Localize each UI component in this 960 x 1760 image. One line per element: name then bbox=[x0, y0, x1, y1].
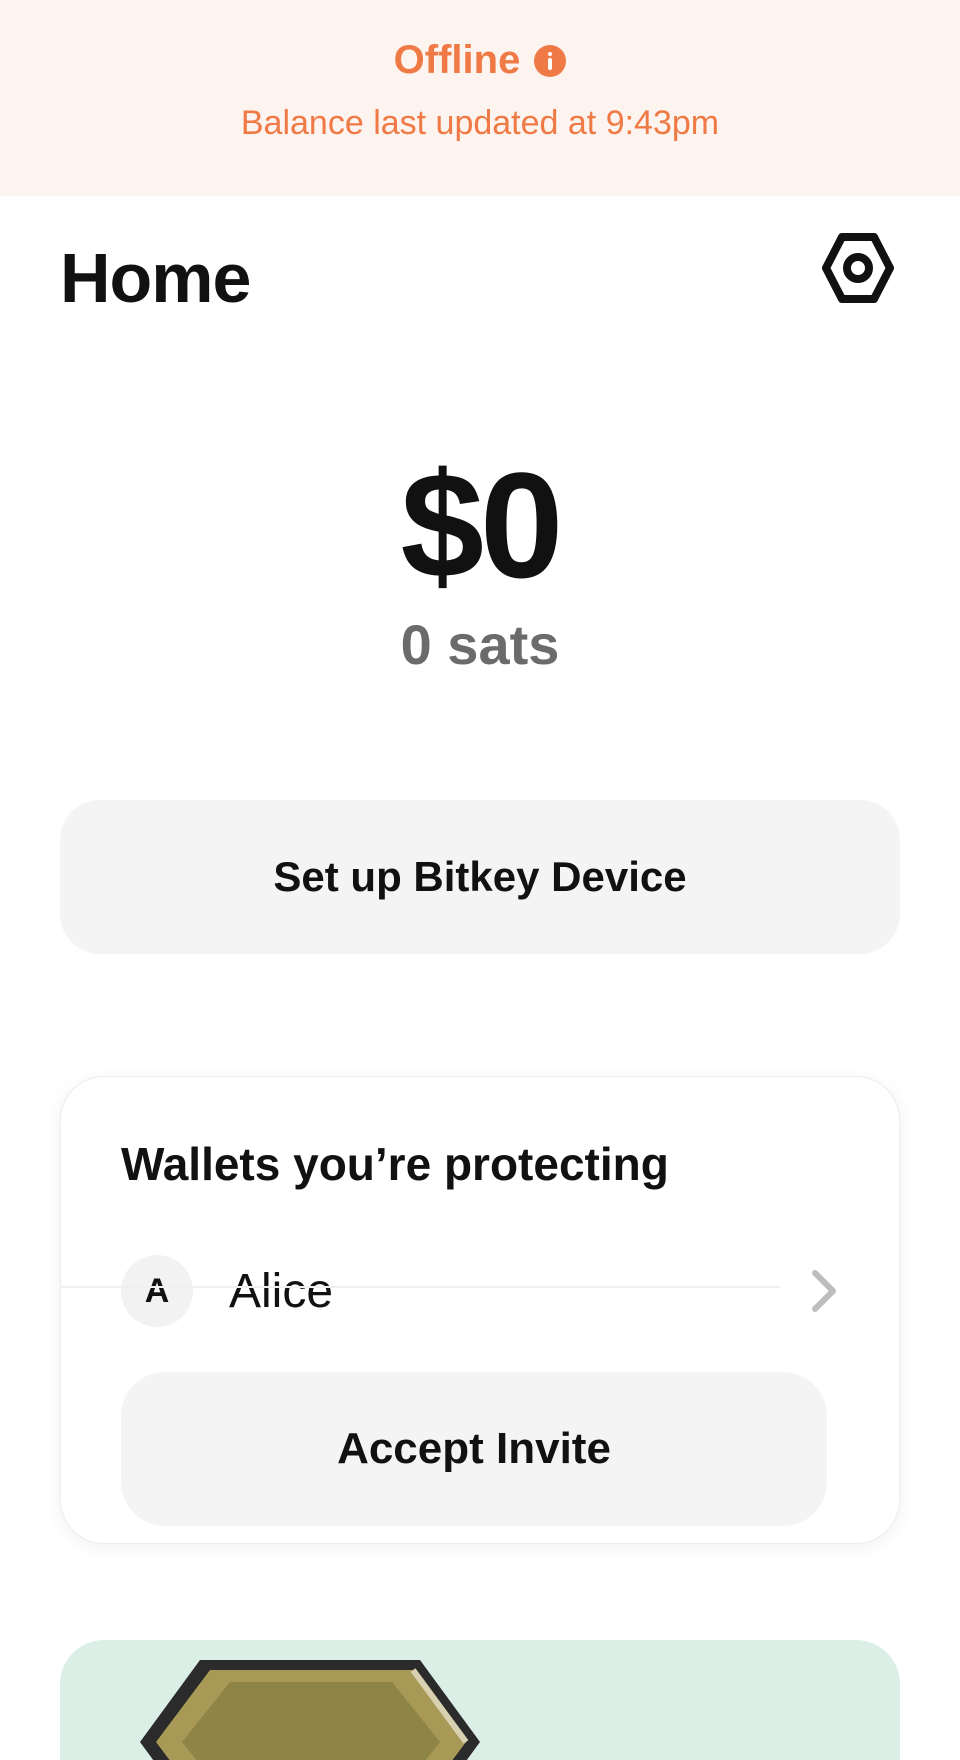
offline-title: Offline bbox=[393, 38, 521, 82]
balance-fiat: $0 bbox=[400, 441, 564, 609]
wallets-protecting-card: Wallets you’re protecting A Alice Accept… bbox=[60, 1076, 900, 1544]
page-title: Home bbox=[60, 239, 251, 317]
accept-invite-button[interactable]: Accept Invite bbox=[121, 1372, 827, 1526]
chevron-right-icon bbox=[812, 1270, 836, 1312]
bitkey-device-illustration bbox=[140, 1660, 480, 1760]
balance-last-updated: Balance last updated at 9:43pm bbox=[240, 104, 720, 142]
settings-button[interactable] bbox=[818, 228, 898, 308]
balance-sats: 0 sats bbox=[400, 613, 560, 676]
setup-bitkey-device-button[interactable]: Set up Bitkey Device bbox=[60, 800, 900, 954]
info-icon[interactable] bbox=[534, 44, 567, 77]
wallet-name: Alice bbox=[229, 1264, 334, 1318]
settings-icon bbox=[822, 233, 894, 303]
wallet-row-alice[interactable]: A Alice bbox=[121, 1243, 841, 1339]
avatar: A bbox=[121, 1255, 193, 1327]
promo-card[interactable] bbox=[60, 1640, 900, 1760]
offline-banner: Offline Balance last updated at 9:43pm bbox=[0, 0, 960, 196]
card-title: Wallets you’re protecting bbox=[121, 1138, 669, 1190]
offline-status[interactable]: Offline bbox=[0, 38, 960, 83]
divider bbox=[60, 1286, 780, 1288]
